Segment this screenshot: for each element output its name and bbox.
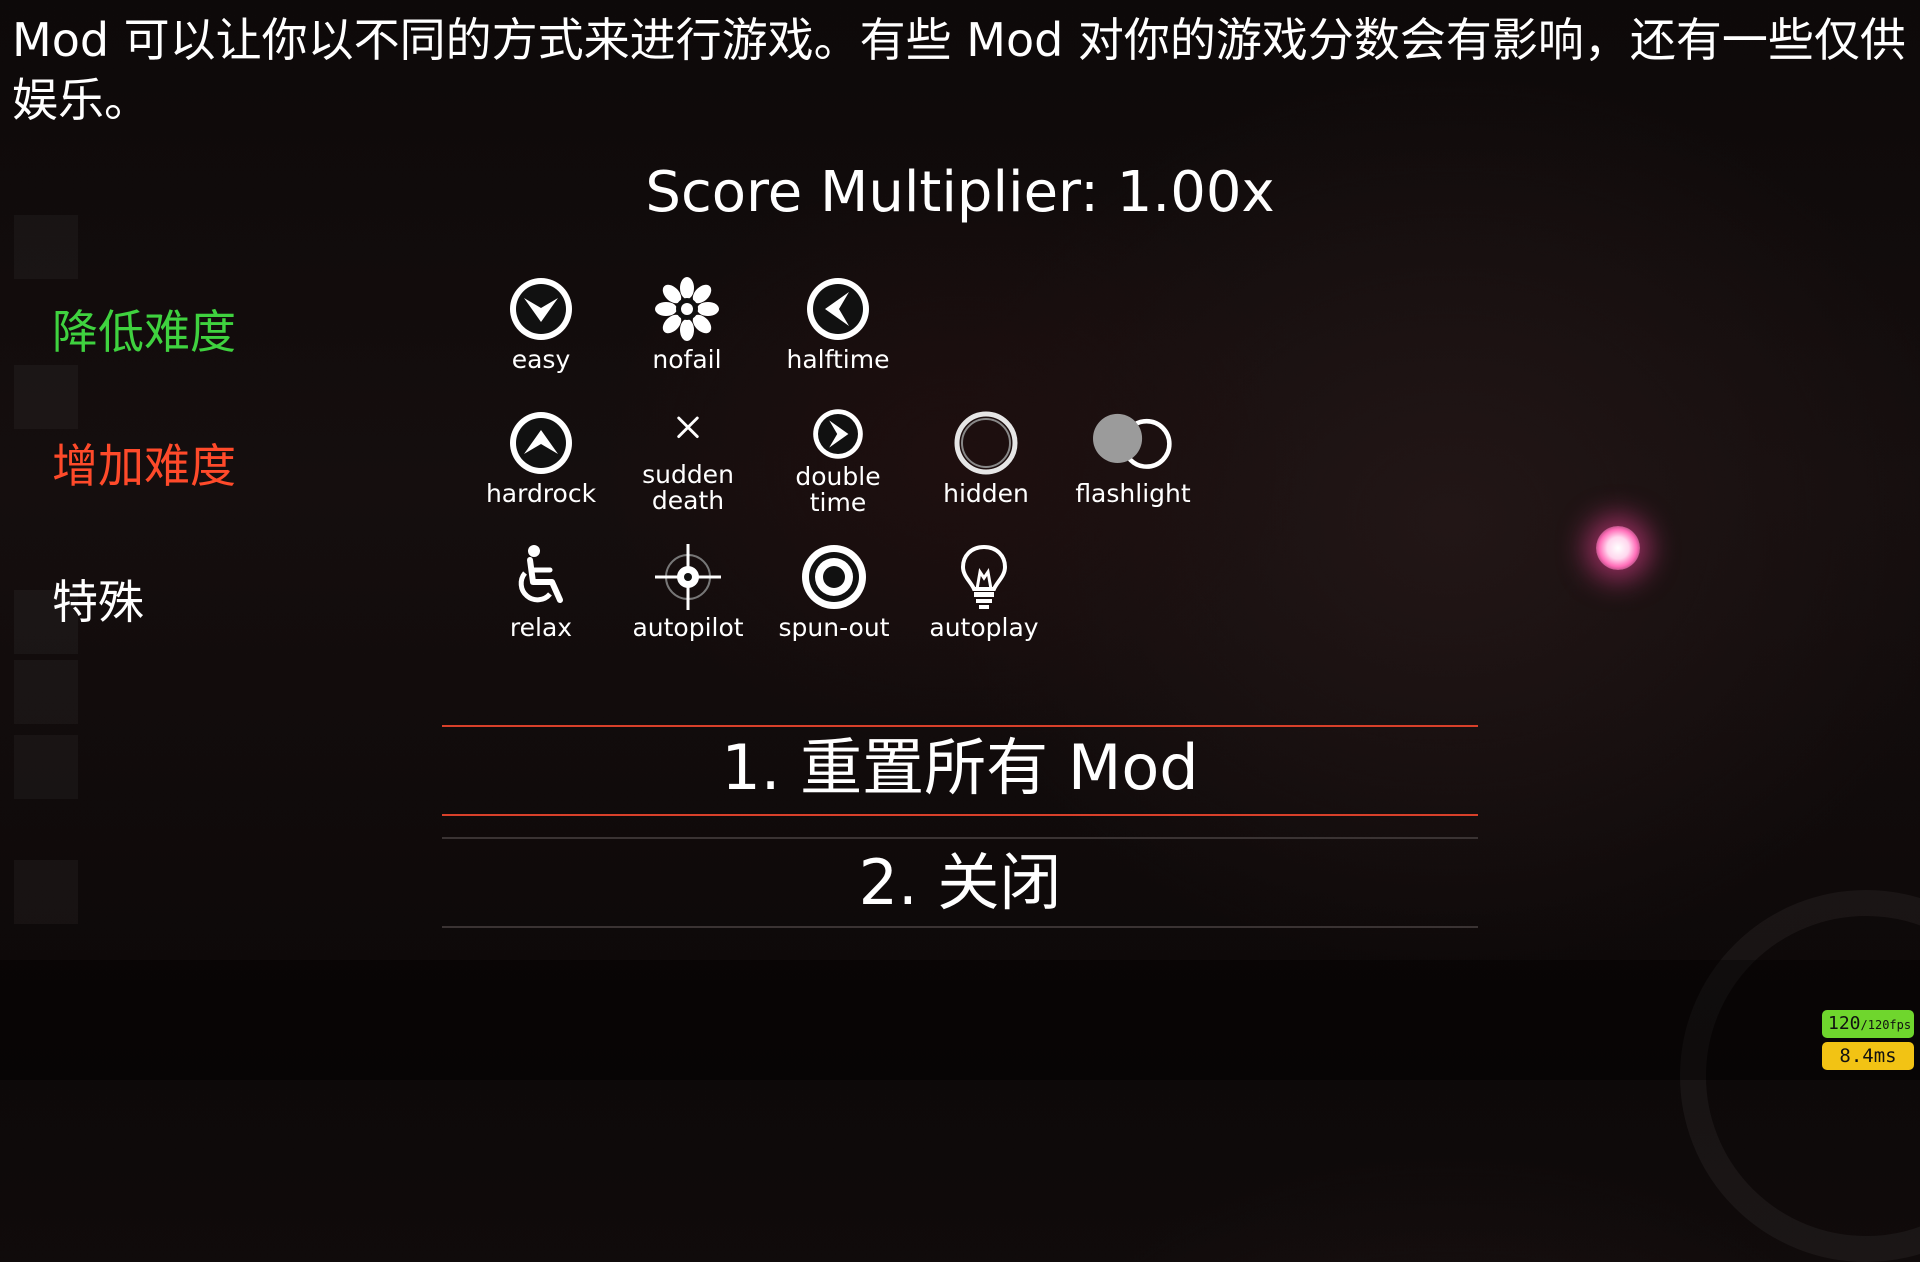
chevron-down-circle-icon: [510, 278, 572, 340]
ring-icon: [954, 411, 1018, 475]
lightbulb-icon: [960, 544, 1008, 609]
mod-flashlight-label: flashlight: [1075, 479, 1191, 508]
mod-relax-label: relax: [509, 613, 573, 642]
mod-doubletime[interactable]: double time: [763, 406, 913, 516]
frametime-counter: 8.4ms: [1822, 1042, 1914, 1070]
fps-max: /120fps: [1860, 1018, 1912, 1032]
mod-hidden[interactable]: hidden: [911, 408, 1061, 508]
close-bottom-divider: [442, 926, 1478, 928]
bg-leaderboard-row: [14, 215, 434, 285]
reset-top-divider: [442, 725, 1478, 727]
flower-icon: [655, 277, 719, 341]
bg-leaderboard-row: [14, 860, 434, 930]
mod-spunout-label: spun-out: [778, 613, 890, 642]
crosshair-icon: [655, 544, 721, 610]
close-top-divider: [442, 837, 1478, 839]
mod-hidden-label: hidden: [943, 479, 1029, 508]
mod-description: Mod 可以让你以不同的方式来进行游戏。有些 Mod 对你的游戏分数会有影响，还…: [12, 13, 1906, 127]
mod-autoplay-label: autoplay: [929, 613, 1039, 642]
mod-nofail-label: nofail: [652, 345, 722, 374]
reset-all-mods-button[interactable]: 1. 重置所有 Mod: [442, 728, 1478, 814]
mod-relax[interactable]: relax: [466, 542, 616, 642]
chevron-left-circle-icon: [807, 278, 869, 340]
category-difficulty-reduction: 降低难度: [52, 305, 236, 359]
mod-doubletime-label: double time: [795, 462, 881, 517]
bg-footer-bar: [0, 960, 1920, 1080]
mod-easy[interactable]: easy: [466, 274, 616, 374]
fps-counter: 120/120fps: [1822, 1010, 1914, 1038]
x-icon: [677, 416, 699, 438]
chevron-up-circle-icon: [510, 412, 572, 474]
mod-flashlight[interactable]: flashlight: [1058, 408, 1208, 508]
mod-suddendeath[interactable]: sudden death: [613, 408, 763, 514]
mod-autoplay[interactable]: autoplay: [909, 542, 1059, 642]
mod-suddendeath-label: sudden death: [642, 460, 734, 515]
mod-autopilot-label: autopilot: [632, 613, 744, 642]
category-difficulty-increase: 增加难度: [52, 439, 236, 493]
mod-autopilot[interactable]: autopilot: [613, 542, 763, 642]
bg-leaderboard-row: [14, 365, 434, 435]
cursor-glow: [1596, 526, 1640, 570]
chevron-right-circle-icon: [813, 409, 863, 459]
flashlight-icon: [1093, 413, 1172, 469]
target-icon: [802, 545, 866, 609]
mod-hardrock-label: hardrock: [485, 479, 597, 508]
mod-easy-label: easy: [511, 345, 571, 374]
mod-halftime-label: halftime: [786, 345, 890, 374]
bg-leaderboard-row: [14, 735, 434, 805]
mod-hardrock[interactable]: hardrock: [466, 408, 616, 508]
score-multiplier: Score Multiplier: 1.00x: [645, 160, 1275, 225]
mod-nofail[interactable]: nofail: [612, 274, 762, 374]
mod-spunout[interactable]: spun-out: [759, 542, 909, 642]
mod-halftime[interactable]: halftime: [763, 274, 913, 374]
wheelchair-icon: [518, 545, 563, 603]
bg-leaderboard-row: [14, 660, 434, 730]
reset-bottom-divider: [442, 814, 1478, 816]
fps-value: 120: [1828, 1013, 1861, 1034]
close-button[interactable]: 2. 关闭: [442, 840, 1478, 926]
category-special: 特殊: [52, 575, 144, 629]
